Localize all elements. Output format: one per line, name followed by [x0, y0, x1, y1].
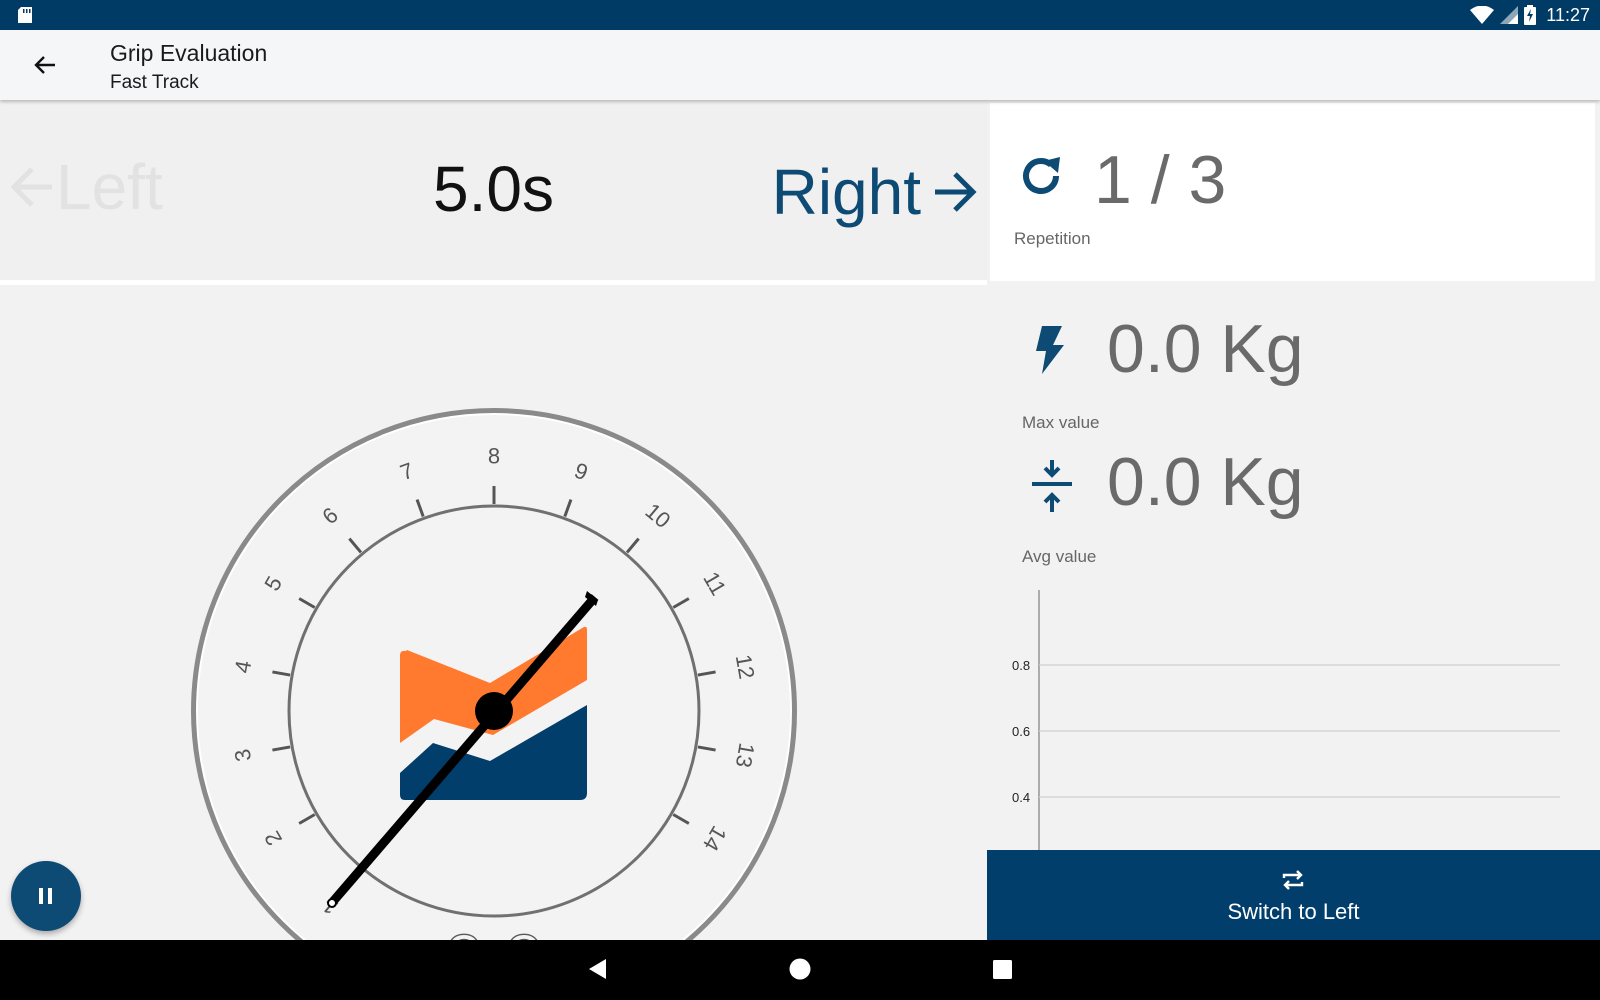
switch-side-label: Switch to Left — [1227, 899, 1360, 924]
app-bar: Grip Evaluation Fast Track — [0, 30, 1600, 100]
side-timer-row: Left 5.0s Right — [0, 100, 987, 280]
gauge-tick-label: 13 — [731, 741, 760, 769]
switch-side-button[interactable]: Switch to Left — [987, 850, 1600, 940]
wifi-icon — [1470, 6, 1495, 24]
sd-card-icon — [18, 7, 32, 23]
flash-icon — [1036, 326, 1064, 374]
pause-button[interactable] — [11, 861, 81, 931]
recents-square-icon[interactable] — [993, 960, 1012, 979]
right-side-label: Right — [771, 156, 921, 228]
arrow-right-icon — [935, 172, 977, 212]
page-title: Grip Evaluation — [110, 40, 268, 66]
dynamometer-gauge: 1234567891011121314 0.0 — [191, 408, 797, 940]
repetition-card: 1 / 3 Repetition — [990, 103, 1595, 281]
timer-value: 5.0s — [433, 153, 554, 225]
repetition-value: 1 / 3 — [1094, 142, 1227, 218]
compress-icon — [1032, 460, 1072, 512]
back-triangle-icon[interactable] — [588, 958, 608, 980]
clock: 11:27 — [1546, 4, 1590, 25]
max-value: 0.0 Kg — [1107, 311, 1304, 387]
chart-grid: 0.8 0.6 0.4 — [1012, 658, 1560, 805]
chart-y-tick-label: 0.4 — [1012, 790, 1030, 805]
chart-y-tick-label: 0.8 — [1012, 658, 1030, 673]
repeat-icon — [1282, 870, 1304, 890]
arrow-back-icon — [34, 56, 55, 74]
status-bar: 11:27 — [0, 0, 1600, 30]
right-side-button[interactable]: Right — [772, 155, 977, 229]
home-circle-icon[interactable] — [789, 958, 811, 980]
gauge-reading: 0.0 — [444, 921, 544, 940]
refresh-icon — [1023, 157, 1060, 194]
battery-charging-icon — [1524, 5, 1537, 25]
pause-icon — [39, 888, 52, 904]
gauge-tick-label: 8 — [488, 444, 500, 469]
evaluation-panel: Left 5.0s Right 1234567891011121314 0.0 — [0, 100, 987, 940]
avg-value: 0.0 Kg — [1107, 444, 1304, 520]
gauge-tick-label: 12 — [731, 652, 760, 680]
stats-panel: 1 / 3 Repetition 0.0 Kg Max value 0.0 Kg… — [987, 100, 1600, 940]
chart-y-tick-label: 0.6 — [1012, 724, 1030, 739]
repetition-label: Repetition — [1014, 229, 1091, 248]
signal-icon — [1500, 6, 1519, 24]
back-button[interactable] — [26, 48, 64, 82]
page-subtitle: Fast Track — [110, 72, 199, 93]
avg-value-label: Avg value — [1022, 547, 1097, 566]
system-nav-bar — [0, 940, 1600, 1000]
max-value-label: Max value — [1022, 413, 1100, 432]
force-chart: 0.8 0.6 0.4 — [1012, 590, 1560, 850]
